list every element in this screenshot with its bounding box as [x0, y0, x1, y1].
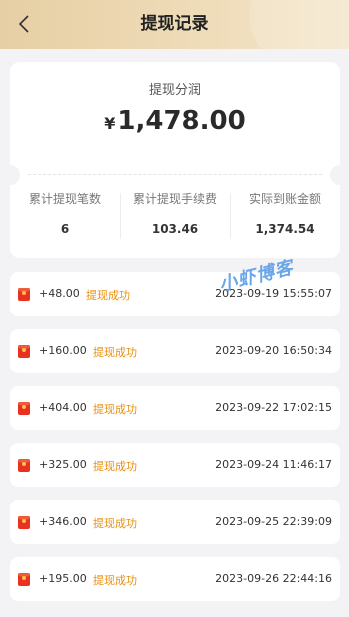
- currency-symbol: ¥: [104, 114, 116, 133]
- dashed-divider: [28, 174, 322, 175]
- record-status: 提现成功: [93, 346, 137, 359]
- stat-label: 累计提现手续费: [132, 192, 217, 206]
- red-envelope-icon: [18, 402, 30, 415]
- record-time: 2023-09-24 11:46:17: [215, 458, 332, 471]
- record-time: 2023-09-22 17:02:15: [215, 401, 332, 414]
- record-status: 提现成功: [93, 574, 137, 587]
- record-status: 提现成功: [93, 460, 137, 473]
- back-button[interactable]: [14, 13, 34, 35]
- stats-row: 累计提现笔数 6 累计提现手续费 103.46 实际到账金额 1,374.54: [10, 190, 340, 242]
- record-amount: +404.00: [39, 401, 87, 414]
- record-amount: +195.00: [39, 572, 87, 585]
- record-status: 提现成功: [86, 289, 130, 302]
- record-row[interactable]: +48.00 提现成功 2023-09-19 15:55:07: [10, 272, 340, 316]
- record-status: 提现成功: [93, 403, 137, 416]
- red-envelope-icon: [18, 288, 30, 301]
- record-row[interactable]: +160.00 提现成功 2023-09-20 16:50:34: [10, 329, 340, 373]
- stat-received: 实际到账金额 1,374.54: [230, 190, 340, 242]
- summary-card: 提现分润 ¥1,478.00 累计提现笔数 6 累计提现手续费 103.46 实…: [0, 62, 349, 258]
- record-row[interactable]: +195.00 提现成功 2023-09-26 22:44:16: [10, 557, 340, 601]
- record-amount: +160.00: [39, 344, 87, 357]
- card-notch-right: [330, 165, 349, 185]
- record-time: 2023-09-20 16:50:34: [215, 344, 332, 357]
- stat-value: 103.46: [151, 222, 199, 236]
- record-row[interactable]: +325.00 提现成功 2023-09-24 11:46:17: [10, 443, 340, 487]
- summary-label: 提现分润: [148, 83, 201, 98]
- chevron-left-icon: [18, 15, 29, 33]
- record-time: 2023-09-26 22:44:16: [215, 572, 332, 585]
- stat-fee: 累计提现手续费 103.46: [120, 190, 230, 242]
- record-row[interactable]: +404.00 提现成功 2023-09-22 17:02:15: [10, 386, 340, 430]
- stat-label: 实际到账金额: [248, 192, 321, 206]
- record-row[interactable]: +346.00 提现成功 2023-09-25 22:39:09: [10, 500, 340, 544]
- summary-amount: ¥1,478.00: [10, 106, 340, 136]
- stat-label: 累计提现笔数: [28, 192, 101, 206]
- record-amount: +346.00: [39, 515, 87, 528]
- red-envelope-icon: [18, 345, 30, 358]
- record-amount: +325.00: [39, 458, 87, 471]
- summary-amount-value: 1,478.00: [117, 106, 246, 136]
- stat-value: 1,374.54: [255, 222, 315, 236]
- red-envelope-icon: [18, 459, 30, 472]
- red-envelope-icon: [18, 573, 30, 586]
- record-amount: +48.00: [39, 287, 80, 300]
- red-envelope-icon: [18, 516, 30, 529]
- record-time: 2023-09-25 22:39:09: [215, 515, 332, 528]
- header-bar: 提现记录: [0, 0, 349, 49]
- stat-count: 累计提现笔数 6: [10, 190, 120, 242]
- record-status: 提现成功: [93, 517, 137, 530]
- card-notch-left: [0, 165, 20, 185]
- stat-value: 6: [60, 222, 70, 236]
- record-time: 2023-09-19 15:55:07: [215, 287, 332, 300]
- page-title: 提现记录: [140, 14, 209, 34]
